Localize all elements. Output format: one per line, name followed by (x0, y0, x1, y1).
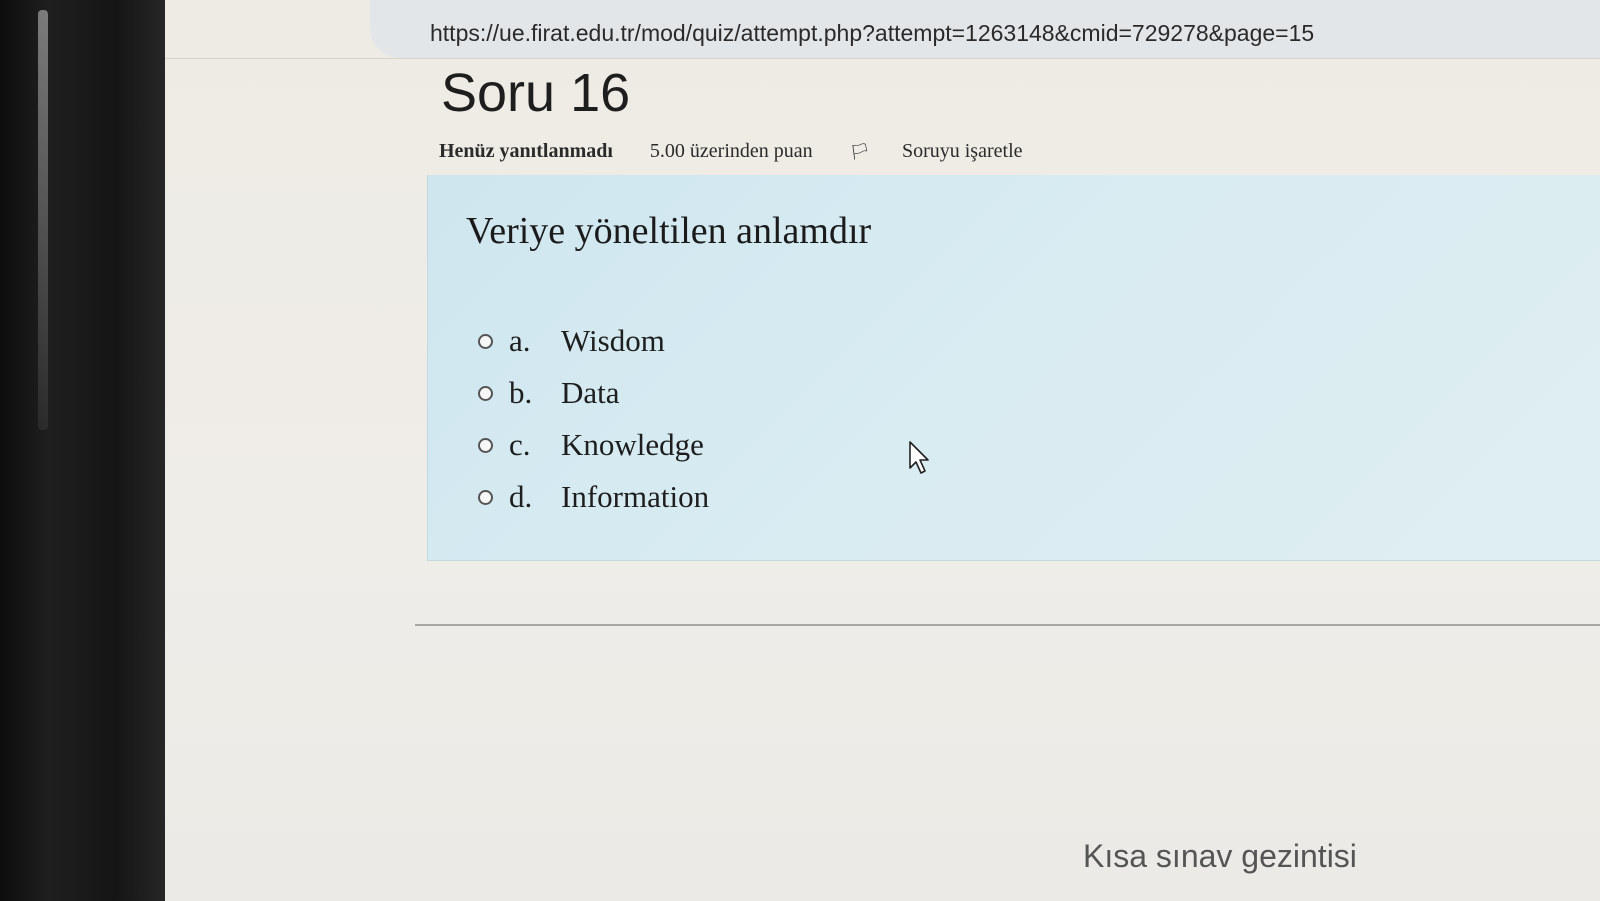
answer-label: Wisdom (561, 323, 665, 358)
answer-letter: b. (509, 375, 533, 410)
question-box: Veriye yöneltilen anlamdır a. Wisdom b. … (427, 175, 1600, 561)
radio-icon[interactable] (478, 437, 493, 453)
answer-option-c[interactable]: c. Knowledge (478, 419, 709, 471)
question-points: 5.00 üzerinden puan (649, 140, 813, 162)
monitor-bezel (0, 0, 165, 901)
answer-letter: a. (509, 323, 531, 358)
answer-label: Data (561, 375, 620, 410)
question-status: Henüz yanıtlanmadı (439, 140, 613, 162)
mouse-cursor-icon (909, 441, 929, 474)
answer-letter: d. (509, 479, 533, 514)
answer-list: a. Wisdom b. Data c. Knowledge d. Inform… (478, 315, 709, 523)
answer-option-d[interactable]: d. Information (478, 471, 709, 523)
radio-icon[interactable] (478, 489, 493, 505)
answer-label: Knowledge (561, 427, 704, 462)
flag-question-label: Soruyu işaretle (901, 140, 1023, 162)
section-divider (415, 624, 1600, 626)
address-url[interactable]: https://ue.firat.edu.tr/mod/quiz/attempt… (430, 20, 1314, 47)
question-title: Soru 16 (441, 63, 631, 123)
quiz-navigation-title: Kısa sınav gezintisi (1083, 838, 1357, 874)
answer-letter: c. (509, 427, 531, 462)
header-divider (165, 58, 1600, 59)
screen: https://ue.firat.edu.tr/mod/quiz/attempt… (165, 0, 1600, 901)
question-text: Veriye yöneltilen anlamdır (466, 210, 872, 252)
flag-question-link[interactable]: 🏳︎ Soruyu işaretle (850, 140, 1055, 162)
answer-option-b[interactable]: b. Data (478, 367, 709, 419)
radio-icon[interactable] (478, 333, 493, 349)
radio-icon[interactable] (478, 385, 493, 401)
bezel-glare (38, 10, 48, 430)
question-info: Henüz yanıtlanmadı 5.00 üzerinden puan 🏳… (439, 140, 1055, 163)
answer-label: Information (561, 479, 710, 514)
flag-icon: 🏳︎ (849, 144, 870, 161)
answer-option-a[interactable]: a. Wisdom (478, 315, 709, 367)
